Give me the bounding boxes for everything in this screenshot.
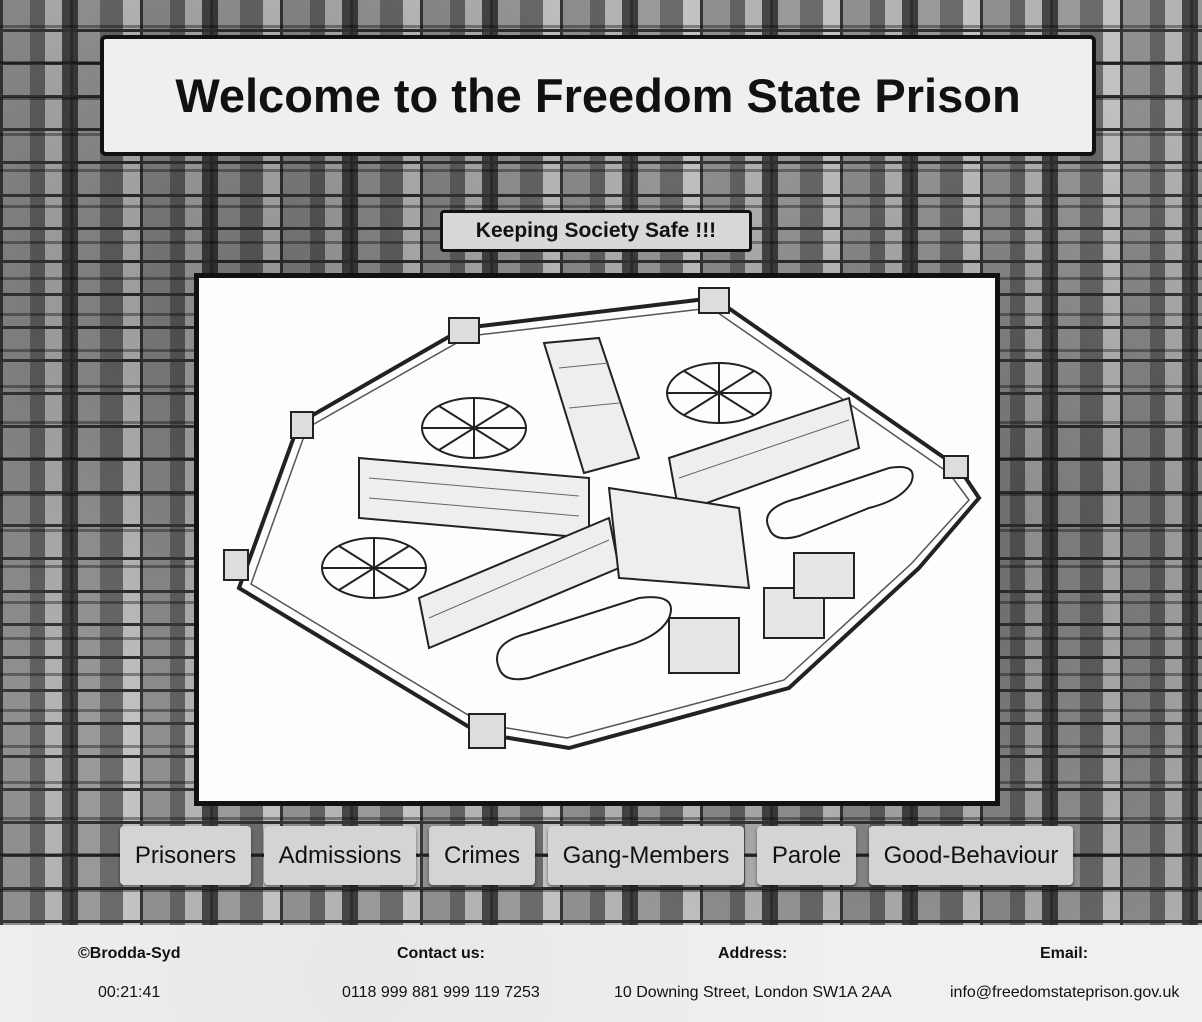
prison-drawing-svg [199,278,995,801]
clock-display: 00:21:41 [98,984,161,1001]
site-footer: ©Brodda-Syd 00:21:41 Contact us: 0118 99… [0,925,1202,1022]
email-link[interactable]: info@freedomstateprison.gov.uk [950,984,1179,1001]
address-heading: Address: [718,945,788,962]
title-banner: Welcome to the Freedom State Prison [100,35,1096,156]
copyright-text: ©Brodda-Syd [78,945,181,962]
email-heading: Email: [1040,945,1089,962]
nav-crimes-button[interactable]: Crimes [429,826,535,885]
nav-good-behaviour-button[interactable]: Good-Behaviour [869,826,1073,885]
address-text: 10 Downing Street, London SW1A 2AA [614,984,892,1001]
nav-gang-members-button[interactable]: Gang-Members [548,826,744,885]
contact-phone: 0118 999 881 999 119 7253 [342,984,540,1001]
email-value: info@freedomstateprison.gov.uk [950,984,1179,1002]
page-title: Welcome to the Freedom State Prison [175,69,1021,122]
prison-illustration [194,273,1000,806]
main-nav: Prisoners Admissions Crimes Gang-Members… [0,826,1202,886]
tagline-badge: Keeping Society Safe !!! [440,210,752,252]
nav-admissions-button[interactable]: Admissions [264,826,416,885]
nav-prisoners-button[interactable]: Prisoners [120,826,251,885]
nav-parole-button[interactable]: Parole [757,826,856,885]
contact-heading: Contact us: [397,945,485,962]
